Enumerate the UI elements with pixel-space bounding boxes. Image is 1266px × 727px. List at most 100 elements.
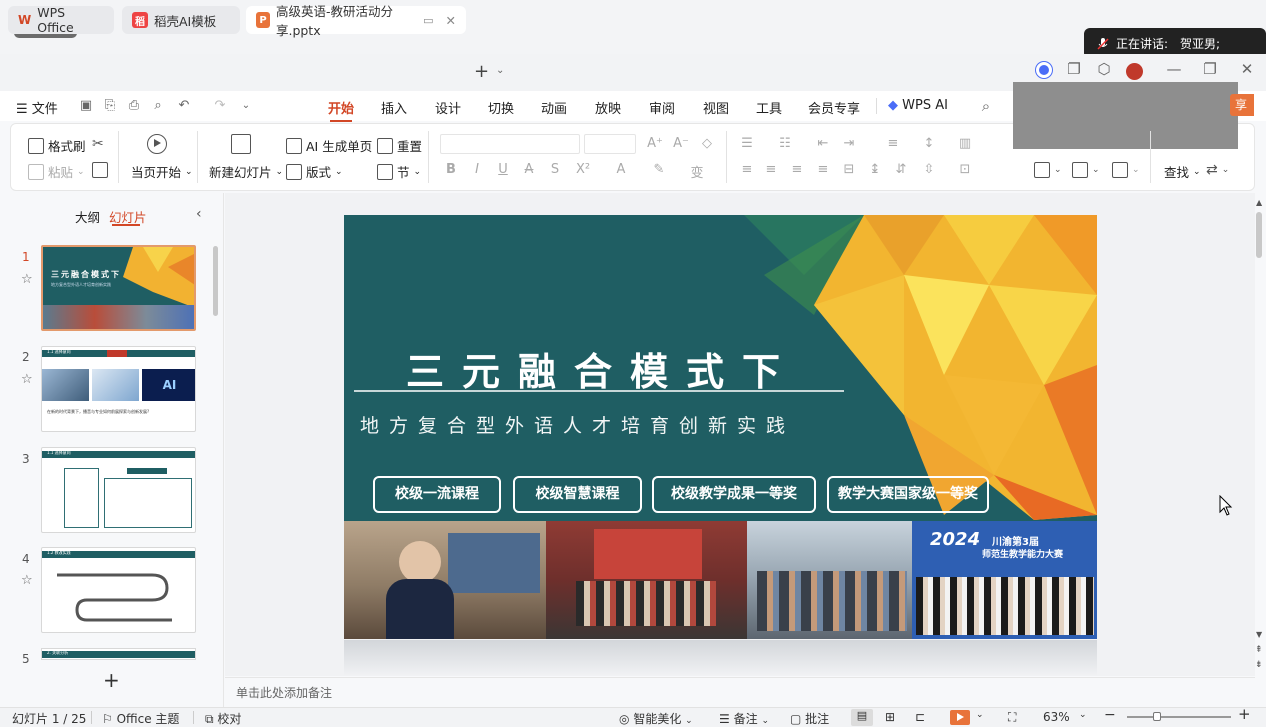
decrease-indent-icon[interactable]: ⇤ [814, 136, 832, 151]
increase-font-icon[interactable]: A⁺ [646, 136, 664, 151]
menu-tools[interactable]: 工具 [756, 98, 782, 117]
zoom-out-icon[interactable]: − [1104, 707, 1116, 723]
notes-button[interactable]: ☰ 备注 ⌄ [719, 710, 769, 727]
format-painter-button[interactable]: 格式刷 [28, 136, 86, 155]
sort-icon[interactable]: ↕ [920, 136, 938, 151]
add-slide-button[interactable]: + [103, 668, 120, 692]
proofing-button[interactable]: ⧉ 校对 [205, 710, 241, 727]
print-preview-icon[interactable]: ⌕ [150, 98, 166, 114]
italic-icon[interactable]: I [468, 162, 486, 177]
tab-presentation[interactable]: P 高级英语-教研活动分享.pptx ▭ ✕ [246, 4, 466, 38]
font-size-select[interactable] [584, 134, 636, 154]
highlight-icon[interactable]: ✎ [650, 162, 668, 177]
distribute-icon[interactable]: ⊟ [840, 162, 858, 177]
share-button[interactable]: 享 [1230, 94, 1254, 116]
search-icon[interactable]: ⌕ [978, 98, 994, 114]
undo-icon[interactable]: ↶ [176, 98, 192, 114]
scroll-down-icon[interactable]: ▼ [1256, 630, 1262, 639]
font-family-select[interactable] [440, 134, 580, 154]
comments-button[interactable]: ▢ 批注 [790, 710, 829, 727]
section-button[interactable]: 节 ⌄ [377, 162, 421, 181]
tab-list-chevron-icon[interactable]: ⌄ [496, 65, 504, 76]
increase-indent-icon[interactable]: ⇥ [840, 136, 858, 151]
menu-design[interactable]: 设计 [435, 98, 461, 117]
align-left-icon[interactable]: ≡ [738, 162, 756, 177]
user-avatar[interactable] [1126, 63, 1143, 80]
scroll-up-icon[interactable]: ▲ [1256, 198, 1262, 207]
columns-icon[interactable]: ▥ [956, 136, 974, 151]
reading-view-icon[interactable]: ⊏ [915, 710, 925, 724]
close-window-icon[interactable]: ✕ [1235, 60, 1259, 78]
star-icon[interactable]: ☆ [21, 573, 33, 588]
normal-view-button[interactable]: ▤ [851, 709, 873, 726]
export-icon[interactable]: ⎘ [102, 98, 118, 114]
close-tab-icon[interactable]: ✕ [446, 13, 456, 28]
notes-pane[interactable] [225, 677, 1255, 707]
scrollbar-thumb[interactable] [1256, 212, 1262, 258]
cut-button[interactable]: ✂ [92, 136, 104, 152]
menu-slideshow[interactable]: 放映 [595, 98, 621, 117]
redo-icon[interactable]: ↷ [212, 98, 228, 114]
copy-button[interactable] [92, 162, 108, 178]
slideshow-button[interactable] [950, 710, 970, 725]
collapse-panel-icon[interactable]: ‹ [196, 206, 202, 222]
slide-sorter-icon[interactable]: ⊞ [885, 710, 895, 724]
slide-thumbnail-5[interactable]: 2. 关联分析 [41, 648, 196, 660]
menu-wps-ai[interactable]: ◆ WPS AI [888, 98, 948, 113]
clear-format-icon[interactable]: ◇ [698, 136, 716, 151]
menu-transitions[interactable]: 切换 [488, 98, 514, 117]
menu-member[interactable]: 会员专享 [808, 98, 860, 117]
find-button[interactable]: 查找 ⌄ [1164, 162, 1201, 181]
new-tab-plus-icon[interactable]: + [474, 61, 489, 82]
next-slide-icon[interactable]: ⇟ [1255, 660, 1263, 670]
text-direction-icon[interactable]: ⊡ [956, 162, 974, 177]
notes-placeholder[interactable]: 单击此处添加备注 [236, 684, 332, 701]
zoom-in-icon[interactable]: + [1238, 705, 1251, 723]
zoom-chevron-icon[interactable]: ⌄ [1079, 710, 1087, 720]
vertical-align-icon[interactable]: ⇵ [892, 162, 910, 177]
slide-thumbnail-4[interactable]: 1.2 教改实践 [41, 547, 196, 633]
current-slide[interactable]: 三元融合模式下 地方复合型外语人才培育创新实践 校级一流课程 校级智慧课程 校级… [344, 215, 1097, 639]
menu-review[interactable]: 审阅 [649, 98, 675, 117]
beautify-button[interactable]: ◎ 智能美化 ⌄ [619, 710, 693, 727]
file-menu[interactable]: ☰ 文件 [16, 98, 58, 117]
new-slide-icon[interactable] [231, 134, 251, 154]
line-spacing-icon[interactable]: ≡ [884, 136, 902, 151]
shape-fill-button[interactable]: ⌄ [1112, 162, 1140, 178]
bullets-icon[interactable]: ☰ [738, 136, 756, 151]
underline-icon[interactable]: U [494, 162, 512, 177]
restore-window-icon[interactable]: ❐ [1062, 60, 1086, 78]
menu-insert[interactable]: 插入 [381, 98, 407, 117]
slide-thumbnail-1[interactable]: 三元融合模式下 地方复合型外语人才培育创新实践 [41, 245, 196, 331]
new-slide-button[interactable]: 新建幻灯片 ⌄ [209, 162, 283, 181]
menu-view[interactable]: 视图 [703, 98, 729, 117]
text-spacing-icon[interactable]: ⇳ [920, 162, 938, 177]
shadow-icon[interactable]: S [546, 162, 564, 177]
save-icon[interactable]: ▣ [78, 98, 94, 114]
play-from-current-icon[interactable] [147, 134, 167, 154]
align-center-icon[interactable]: ≡ [762, 162, 780, 177]
fit-window-icon[interactable]: ⛶ [1008, 710, 1016, 725]
play-from-current-button[interactable]: 当页开始 ⌄ [131, 162, 193, 181]
align-right-icon[interactable]: ≡ [788, 162, 806, 177]
slide-thumbnail-2[interactable]: 1.1 选择意向 AI 在新的时代背景下，播音与专业如何前展探索与创新发展? [41, 346, 196, 432]
strikethrough-icon[interactable]: A [520, 162, 538, 177]
superscript-icon[interactable]: X² [574, 162, 592, 177]
menu-home[interactable]: 开始 [328, 98, 354, 122]
zoom-level[interactable]: 63% [1043, 710, 1070, 724]
minimize-icon[interactable]: — [1162, 60, 1186, 78]
outline-tab[interactable]: 大纲 [75, 207, 100, 226]
slide-thumbnail-3[interactable]: 1.1 选择意向 [41, 447, 196, 533]
star-icon[interactable]: ☆ [21, 372, 33, 387]
zoom-slider[interactable] [1127, 716, 1231, 718]
numbering-icon[interactable]: ☷ [776, 136, 794, 151]
theme-button[interactable]: ⚐ Office 主题 [102, 710, 179, 727]
char-spacing-icon[interactable]: 变 [688, 162, 706, 181]
maximize-icon[interactable]: ❐ [1198, 60, 1222, 78]
arrange-button[interactable]: ⌄ [1072, 162, 1100, 178]
cube-icon[interactable]: ⬡ [1092, 60, 1116, 78]
bold-icon[interactable]: B [442, 162, 460, 177]
panel-scrollbar[interactable] [213, 246, 218, 316]
zoom-slider-thumb[interactable] [1153, 712, 1161, 721]
decrease-font-icon[interactable]: A⁻ [672, 136, 690, 151]
